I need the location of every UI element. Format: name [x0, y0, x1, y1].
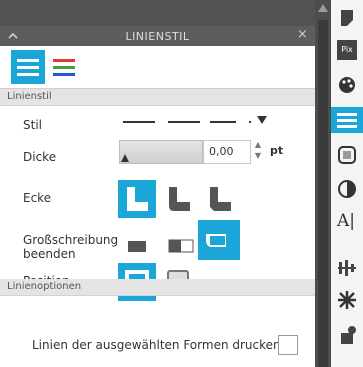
section-header-linienstil: Linienstil	[0, 89, 315, 106]
chevron-down-icon[interactable]	[256, 115, 268, 125]
tab-line-colors[interactable]	[51, 50, 77, 84]
solid-line-option[interactable]	[123, 121, 155, 123]
line-style-tab-icon	[17, 59, 39, 76]
line-option-3[interactable]	[210, 121, 236, 123]
corner-miter-icon	[127, 187, 148, 211]
cap-round-button[interactable]	[198, 220, 240, 260]
thickness-stepper[interactable]: ▲ ▼	[254, 139, 262, 163]
cap-round-icon	[206, 234, 226, 247]
page-icon[interactable]	[337, 8, 357, 28]
panel-top-bar	[0, 0, 315, 26]
line-style-panel: LINIENSTIL × Linienstil Stil Dicke 0,00 …	[0, 26, 315, 367]
panel-title: LINIENSTIL	[125, 30, 190, 43]
line-style-window: LINIENSTIL × Linienstil Stil Dicke 0,00 …	[0, 0, 363, 367]
close-icon[interactable]: ×	[297, 28, 309, 41]
align-icon[interactable]	[337, 258, 357, 278]
panel-tabs	[0, 46, 315, 89]
section-title: Linienstil	[7, 91, 52, 102]
right-toolbar: Pix A|	[331, 0, 363, 367]
thickness-slider[interactable]	[119, 140, 203, 164]
section-header-linienoptionen: Linienoptionen	[0, 279, 315, 296]
section-title: Linienoptionen	[7, 281, 82, 292]
cap-square-icon	[168, 239, 194, 253]
line-colors-tab-icon	[53, 59, 75, 76]
transform-icon[interactable]	[337, 290, 357, 310]
cap-butt-icon	[128, 241, 146, 252]
thickness-label: Dicke	[23, 150, 57, 164]
panel-scrollbar[interactable]	[315, 0, 331, 367]
fill-pattern-icon[interactable]	[337, 145, 357, 165]
corner-miter-button[interactable]	[118, 180, 156, 218]
line-style-toolbar-glyph	[337, 113, 357, 128]
print-lines-checkbox[interactable]	[278, 335, 298, 355]
pixel-icon[interactable]: Pix	[337, 40, 357, 60]
corner-label: Ecke	[23, 191, 52, 205]
scrollbar-thumb[interactable]	[318, 20, 328, 367]
caps-label-line1: Großschreibung	[23, 233, 119, 247]
style-label: Stil	[23, 118, 42, 132]
palette-icon[interactable]	[337, 75, 357, 95]
line-style-icon[interactable]	[331, 107, 363, 133]
unit-label: pt	[270, 144, 284, 157]
page-flow-icon[interactable]	[337, 325, 357, 345]
corner-bevel-button[interactable]	[201, 180, 239, 218]
tab-line-style[interactable]	[11, 50, 45, 84]
text-icon[interactable]: A|	[337, 211, 357, 231]
corner-round-icon	[169, 187, 190, 211]
panel-title-bar: LINIENSTIL ×	[0, 26, 315, 46]
line-option-2[interactable]	[168, 121, 200, 123]
thickness-value: 0,00	[209, 145, 234, 158]
caps-label-line2: beenden	[23, 247, 76, 261]
contrast-icon[interactable]	[337, 179, 357, 199]
line-option-4[interactable]	[249, 121, 251, 123]
corner-round-button[interactable]	[160, 180, 198, 218]
cap-square-button[interactable]	[165, 228, 199, 262]
scroll-up-icon[interactable]	[317, 3, 329, 13]
thickness-input[interactable]: 0,00	[203, 140, 251, 164]
slider-thumb-icon[interactable]	[120, 153, 130, 163]
print-lines-label: Linien der ausgewählten Formen drucken	[32, 338, 281, 352]
cap-butt-button[interactable]	[124, 228, 158, 262]
corner-bevel-icon	[210, 187, 231, 211]
